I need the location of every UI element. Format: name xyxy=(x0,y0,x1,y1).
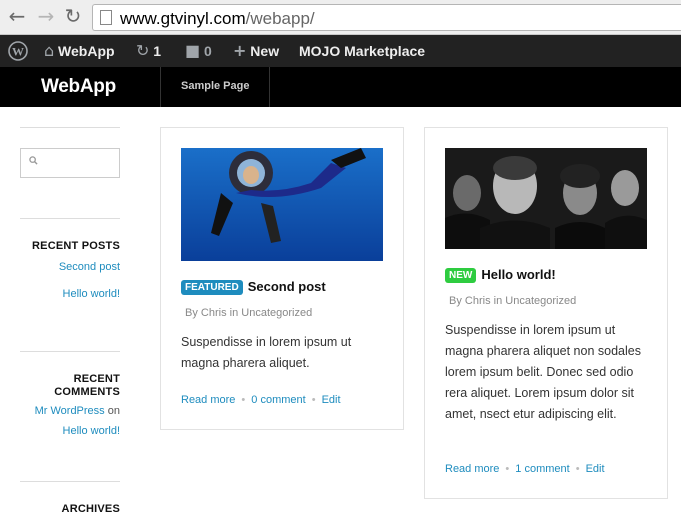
reload-icon[interactable]: ↻ xyxy=(62,5,84,27)
post-excerpt: Suspendisse in lorem ipsum ut magna phar… xyxy=(445,323,641,421)
post-excerpt: Suspendisse in lorem ipsum ut magna phar… xyxy=(181,335,352,370)
updates-icon: ↻ xyxy=(136,41,150,60)
comment-post-link[interactable]: Hello world! xyxy=(63,425,120,437)
svg-text:W: W xyxy=(12,45,24,59)
post-byline: By Chris in Uncategorized xyxy=(185,307,313,319)
comments-link[interactable]: ■ 0 xyxy=(185,35,212,67)
new-badge: NEW xyxy=(445,268,477,283)
wordpress-logo-icon[interactable]: W xyxy=(8,35,28,67)
author-link[interactable]: Chris xyxy=(201,307,227,319)
category-link[interactable]: Uncategorized xyxy=(505,295,576,307)
comment-author-link[interactable]: Mr WordPress xyxy=(35,405,105,417)
menu-divider xyxy=(269,67,270,107)
page-icon xyxy=(100,10,112,25)
mojo-marketplace-link[interactable]: MOJO Marketplace xyxy=(299,35,425,67)
recent-post-link[interactable]: Second post xyxy=(59,261,120,273)
comment-bubble-icon: ■ xyxy=(185,41,201,60)
back-arrow-icon[interactable]: ← xyxy=(6,5,28,27)
home-icon: ⌂ xyxy=(44,41,55,60)
browser-toolbar: ← → ↻ www.gtvinyl.com/webapp/ xyxy=(0,0,681,35)
new-content-link[interactable]: + New xyxy=(233,35,279,67)
site-header: WebApp Sample Page xyxy=(0,67,681,107)
post-title: NEW Hello world! xyxy=(445,267,556,283)
address-bar[interactable]: www.gtvinyl.com/webapp/ xyxy=(92,4,681,31)
post-card: NEW Hello world! By Chris in Uncategorize… xyxy=(424,127,668,499)
post-title-link[interactable]: Hello world! xyxy=(481,267,555,282)
site-title[interactable]: WebApp xyxy=(41,76,116,98)
archives-title: ARCHIVES xyxy=(61,503,120,515)
recent-post-link[interactable]: Hello world! xyxy=(63,288,120,300)
edit-link[interactable]: Edit xyxy=(586,463,605,475)
post-meta: Read more • 1 comment • Edit xyxy=(445,463,605,475)
search-input[interactable] xyxy=(20,148,120,178)
url-text: www.gtvinyl.com/webapp/ xyxy=(120,9,315,28)
divider xyxy=(20,351,120,352)
comments-link[interactable]: 1 comment xyxy=(515,463,569,475)
post-meta: Read more • 0 comment • Edit xyxy=(181,394,341,406)
post-title-link[interactable]: Second post xyxy=(248,279,326,294)
read-more-link[interactable]: Read more xyxy=(181,394,235,406)
recent-comments-title: RECENT COMMENTS xyxy=(54,373,120,398)
menu-item-sample-page[interactable]: Sample Page xyxy=(181,80,249,92)
category-link[interactable]: Uncategorized xyxy=(241,307,312,319)
divider xyxy=(20,127,120,128)
menu-divider xyxy=(160,67,161,107)
divider xyxy=(20,481,120,482)
post-thumbnail-image[interactable] xyxy=(445,148,647,249)
comments-link[interactable]: 0 comment xyxy=(251,394,305,406)
read-more-link[interactable]: Read more xyxy=(445,463,499,475)
post-byline: By Chris in Uncategorized xyxy=(449,295,577,307)
post-card: FEATURED Second post By Chris in Uncatego… xyxy=(160,127,404,430)
search-icon xyxy=(29,156,38,165)
recent-comment: Mr WordPress on xyxy=(34,405,120,417)
author-link[interactable]: Chris xyxy=(465,295,491,307)
edit-link[interactable]: Edit xyxy=(322,394,341,406)
wp-admin-bar: W ⌂ WebApp ↻ 1 ■ 0 + New MOJO Marketplac… xyxy=(0,35,681,67)
divider xyxy=(20,218,120,219)
plus-icon: + xyxy=(233,41,247,60)
forward-arrow-icon[interactable]: → xyxy=(35,5,57,27)
admin-site-link[interactable]: ⌂ WebApp xyxy=(44,35,115,67)
updates-link[interactable]: ↻ 1 xyxy=(136,35,161,67)
recent-posts-title: RECENT POSTS xyxy=(32,240,120,252)
post-thumbnail-image[interactable] xyxy=(181,148,383,261)
featured-badge: FEATURED xyxy=(181,280,243,295)
post-title: FEATURED Second post xyxy=(181,279,326,295)
